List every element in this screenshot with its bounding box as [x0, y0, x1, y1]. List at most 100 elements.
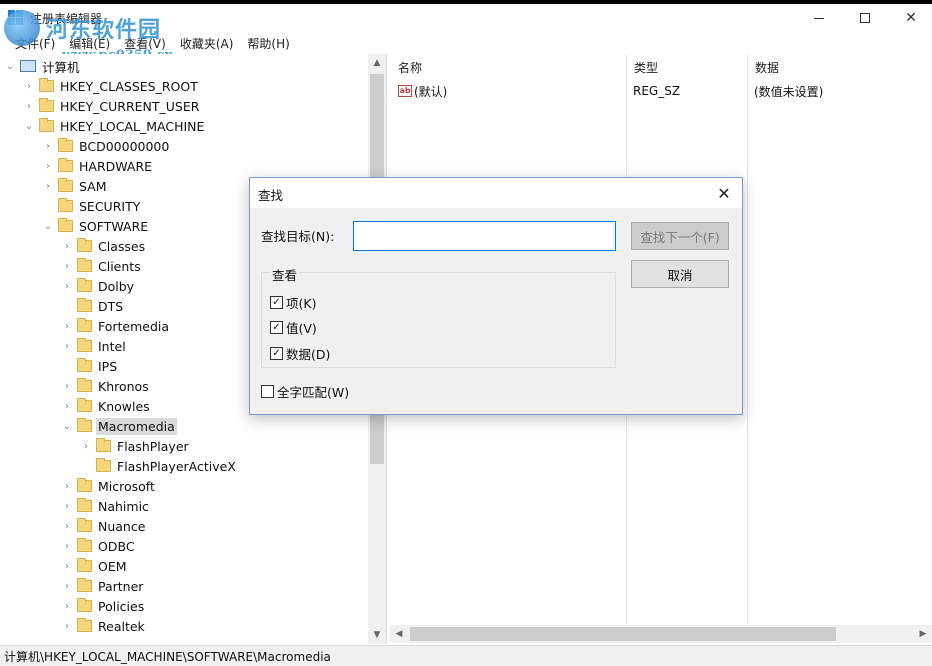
chevron-down-icon[interactable]: ⌄ — [42, 220, 54, 232]
chevron-right-icon[interactable]: › — [61, 480, 73, 492]
column-header-name[interactable]: 名称 — [390, 54, 626, 80]
tree-item[interactable]: › Partner — [61, 576, 145, 596]
tree-item[interactable]: IPS — [61, 356, 119, 376]
chevron-right-icon[interactable]: › — [23, 100, 35, 112]
tree-item[interactable]: › Nahimic — [61, 496, 151, 516]
chevron-right-icon[interactable]: › — [61, 620, 73, 632]
tree-item-label: Fortemedia — [98, 318, 170, 334]
scroll-up-icon[interactable]: ▲ — [368, 54, 386, 72]
tree-item[interactable]: › Classes — [61, 236, 147, 256]
tree-item[interactable]: ⌄ Macromedia — [61, 416, 177, 436]
chevron-down-icon[interactable]: ⌄ — [61, 420, 73, 432]
value-row-name[interactable]: ab (默认) — [398, 81, 447, 101]
tree-item[interactable]: › Intel — [61, 336, 128, 356]
computer-icon — [20, 60, 36, 72]
tree-item[interactable]: › Knowles — [61, 396, 152, 416]
menu-help[interactable]: 帮助(H) — [240, 35, 296, 52]
tree-item[interactable]: › BCD00000000 — [42, 136, 171, 156]
tree-item-label: HKEY_CLASSES_ROOT — [60, 78, 198, 94]
column-header-type[interactable]: 类型 — [626, 54, 747, 80]
cancel-button[interactable]: 取消 — [631, 260, 729, 288]
close-button[interactable]: ✕ — [888, 4, 932, 32]
chevron-right-icon[interactable]: › — [61, 240, 73, 252]
tree-item-label: FlashPlayerActiveX — [117, 458, 236, 474]
chevron-down-icon[interactable]: ⌄ — [4, 60, 16, 72]
chevron-right-icon[interactable]: › — [61, 380, 73, 392]
tree-item[interactable]: › HKEY_CLASSES_ROOT — [23, 76, 200, 96]
option-values[interactable]: ✓ 值(V) — [270, 318, 317, 337]
folder-icon — [58, 158, 73, 172]
chevron-right-icon[interactable]: › — [61, 260, 73, 272]
chevron-right-icon[interactable]: › — [61, 600, 73, 612]
tree-item[interactable]: › HARDWARE — [42, 156, 154, 176]
chevron-down-icon[interactable]: ⌄ — [23, 120, 35, 132]
chevron-right-icon[interactable]: › — [42, 180, 54, 192]
tree-item[interactable]: SECURITY — [42, 196, 142, 216]
tree-item-label: Knowles — [98, 398, 150, 414]
chevron-right-icon[interactable]: › — [61, 400, 73, 412]
minimize-button[interactable] — [796, 4, 842, 32]
chevron-right-icon[interactable]: › — [61, 280, 73, 292]
maximize-button[interactable] — [842, 4, 888, 32]
tree-item-label: SECURITY — [79, 198, 141, 214]
option-match-whole[interactable]: 全字匹配(W) — [261, 382, 349, 401]
tree-item-label: HARDWARE — [79, 158, 153, 174]
chevron-right-icon[interactable]: › — [42, 140, 54, 152]
menu-file[interactable]: 文件(F) — [8, 35, 62, 52]
tree-item-label: OEM — [98, 558, 127, 574]
tree-item-label: Policies — [98, 598, 145, 614]
menu-bar: 文件(F) 编辑(E) 查看(V) 收藏夹(A) 帮助(H) — [0, 32, 932, 54]
tree-item[interactable]: › Clients — [61, 256, 143, 276]
chevron-right-icon[interactable]: › — [61, 520, 73, 532]
tree-item[interactable]: › Policies — [61, 596, 146, 616]
scroll-down-icon[interactable]: ▼ — [368, 626, 386, 644]
scroll-right-icon[interactable]: ▶ — [914, 625, 932, 643]
tree-root[interactable]: ⌄ 计算机 — [4, 56, 82, 76]
chevron-right-icon[interactable]: › — [61, 340, 73, 352]
chevron-right-icon[interactable]: › — [61, 580, 73, 592]
tree-item[interactable]: › Nuance — [61, 516, 147, 536]
tree-item[interactable]: › Realtek — [61, 616, 147, 636]
tree-item-label: Dolby — [98, 278, 135, 294]
tree-item[interactable]: DTS — [61, 296, 125, 316]
find-target-input[interactable] — [353, 221, 616, 251]
tree-item-label: IPS — [98, 358, 118, 374]
scroll-left-icon[interactable]: ◀ — [390, 625, 408, 643]
dialog-close-button[interactable]: ✕ — [712, 181, 736, 205]
checkbox-values[interactable]: ✓ — [270, 321, 283, 334]
tree-item[interactable]: › SAM — [42, 176, 109, 196]
checkbox-match-whole[interactable] — [261, 385, 274, 398]
option-keys[interactable]: ✓ 项(K) — [270, 293, 316, 312]
tree-item[interactable]: ⌄ SOFTWARE — [42, 216, 150, 236]
tree-item[interactable]: FlashPlayerActiveX — [80, 456, 238, 476]
chevron-right-icon[interactable]: › — [61, 560, 73, 572]
chevron-right-icon[interactable]: › — [23, 80, 35, 92]
list-horizontal-scrollbar[interactable]: ◀ ▶ — [390, 625, 932, 643]
tree-item[interactable]: › OEM — [61, 556, 129, 576]
tree-item[interactable]: ⌄ HKEY_LOCAL_MACHINE — [23, 116, 206, 136]
tree-item-label: Clients — [98, 258, 141, 274]
tree-item[interactable]: › Microsoft — [61, 476, 157, 496]
chevron-right-icon[interactable]: › — [61, 500, 73, 512]
menu-favorites[interactable]: 收藏夹(A) — [173, 35, 241, 52]
list-scroll-thumb[interactable] — [410, 627, 836, 641]
option-data[interactable]: ✓ 数据(D) — [270, 344, 330, 363]
chevron-right-icon[interactable]: › — [80, 440, 92, 452]
chevron-right-icon[interactable]: › — [42, 160, 54, 172]
checkbox-keys[interactable]: ✓ — [270, 296, 283, 309]
tree-item[interactable]: › Dolby — [61, 276, 136, 296]
column-header-data[interactable]: 数据 — [747, 54, 932, 80]
window-title: 注册表编辑器 — [30, 12, 103, 26]
menu-view[interactable]: 查看(V) — [117, 35, 173, 52]
chevron-right-icon[interactable]: › — [61, 320, 73, 332]
tree-item[interactable]: › Khronos — [61, 376, 151, 396]
tree-item[interactable]: › HKEY_CURRENT_USER — [23, 96, 201, 116]
tree-item[interactable]: › ODBC — [61, 536, 137, 556]
tree-item[interactable]: › FlashPlayer — [80, 436, 191, 456]
tree-item[interactable]: › Fortemedia — [61, 316, 171, 336]
checkbox-data[interactable]: ✓ — [270, 347, 283, 360]
find-next-button[interactable]: 查找下一个(F) — [631, 222, 729, 250]
menu-edit[interactable]: 编辑(E) — [62, 35, 117, 52]
chevron-right-icon[interactable]: › — [61, 540, 73, 552]
